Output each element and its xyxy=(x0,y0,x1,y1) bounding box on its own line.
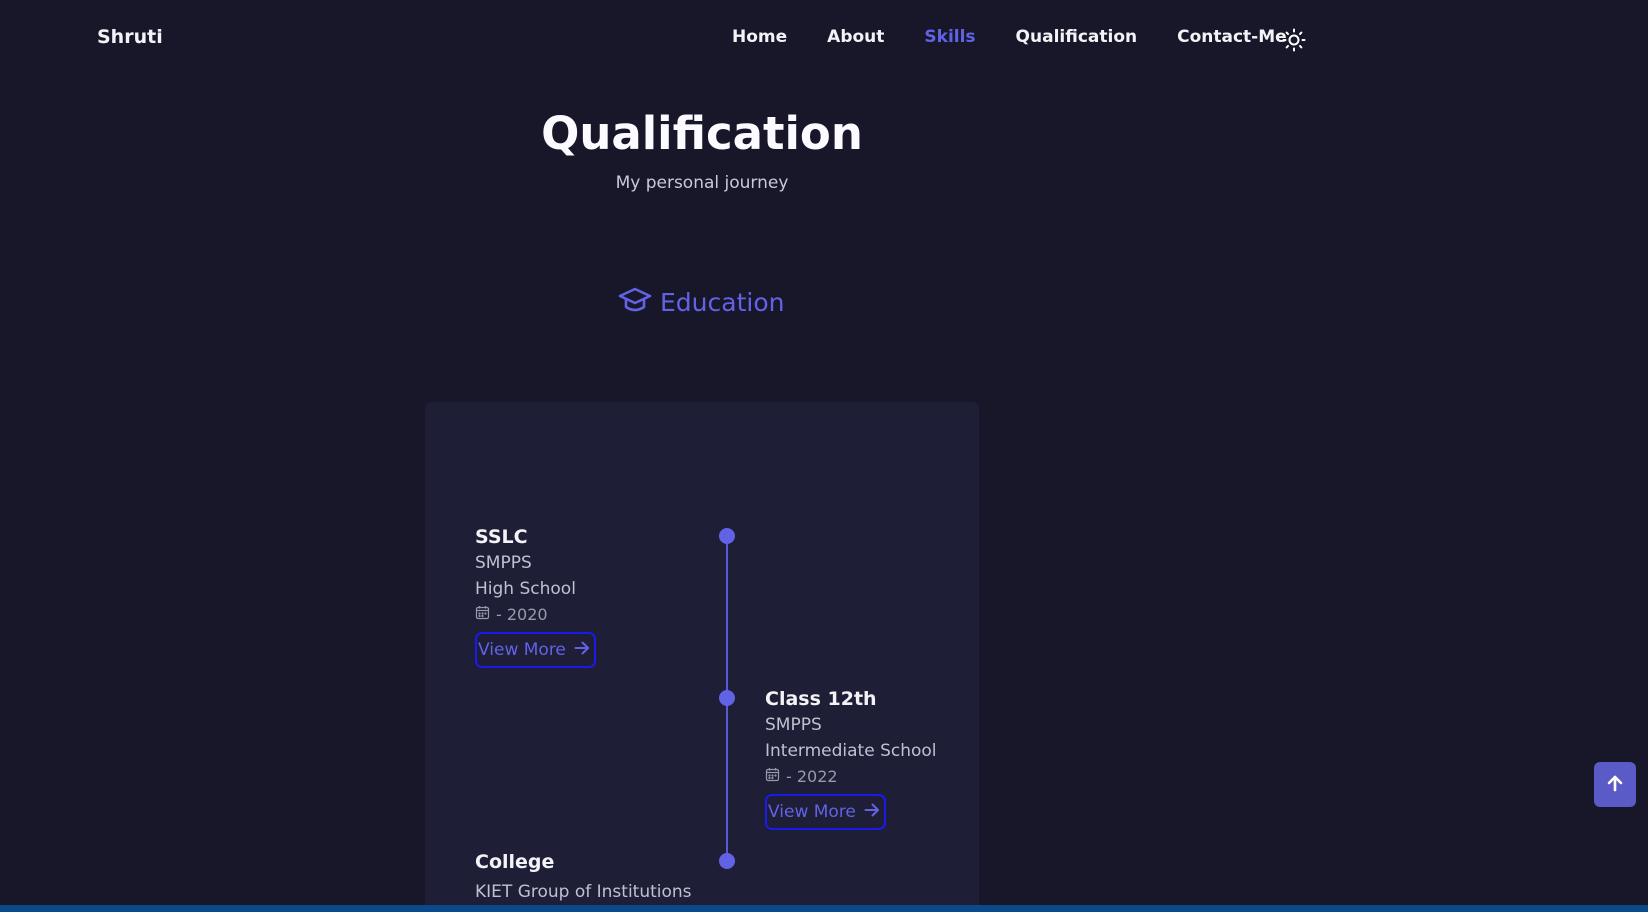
entry-date-text: - 2022 xyxy=(786,767,838,786)
entry-type: High School xyxy=(475,579,576,599)
nav-link-skills[interactable]: Skills xyxy=(924,27,975,47)
entry-title: College xyxy=(475,851,555,873)
section-title: Qualification xyxy=(541,107,863,160)
timeline-dot xyxy=(719,853,735,869)
sun-icon[interactable] xyxy=(1282,28,1306,52)
tab-education[interactable]: Education xyxy=(618,286,784,318)
nav-link-qualification[interactable]: Qualification xyxy=(1016,27,1138,47)
taskbar-edge xyxy=(0,905,1648,912)
timeline-dot xyxy=(719,690,735,706)
entry-title: Class 12th xyxy=(765,688,877,710)
entry-institution: KIET Group of Institutions xyxy=(475,882,692,902)
view-more-button[interactable]: View More xyxy=(765,794,886,830)
nav-link-home[interactable]: Home xyxy=(732,27,787,47)
graduation-cap-icon xyxy=(618,286,652,318)
entry-title: SSLC xyxy=(475,526,528,548)
calendar-icon xyxy=(765,764,780,790)
entry-date: - 2020 xyxy=(475,602,596,628)
entry-institution: SMPPS xyxy=(765,715,822,735)
view-more-label: View More xyxy=(478,640,566,660)
timeline-entry-class12: Class 12th SMPPS Intermediate School - 2… xyxy=(765,686,937,830)
timeline-dot xyxy=(719,528,735,544)
entry-type: Intermediate School xyxy=(765,741,937,761)
nav-link-contact[interactable]: Contact-Me xyxy=(1177,27,1287,47)
nav-menu: Home About Skills Qualification Contact-… xyxy=(732,27,1287,47)
tab-education-label: Education xyxy=(660,287,785,317)
scroll-up-button[interactable] xyxy=(1594,762,1636,807)
nav-logo[interactable]: Shruti xyxy=(97,26,163,48)
nav-link-about[interactable]: About xyxy=(827,27,884,47)
entry-date: - 2022 xyxy=(765,764,937,790)
section-subtitle: My personal journey xyxy=(615,173,789,193)
view-more-button[interactable]: View More xyxy=(475,632,596,668)
view-more-label: View More xyxy=(768,802,856,822)
timeline-entry-sslc: SSLC SMPPS High School - 2020 View More xyxy=(475,524,596,668)
calendar-icon xyxy=(475,602,490,628)
entry-date-text: - 2020 xyxy=(496,605,548,624)
arrow-up-icon xyxy=(1606,774,1624,796)
entry-institution: SMPPS xyxy=(475,553,532,573)
arrow-right-icon xyxy=(864,802,880,822)
timeline-entry-college: College KIET Group of Institutions xyxy=(475,849,692,905)
arrow-right-icon xyxy=(574,640,590,660)
